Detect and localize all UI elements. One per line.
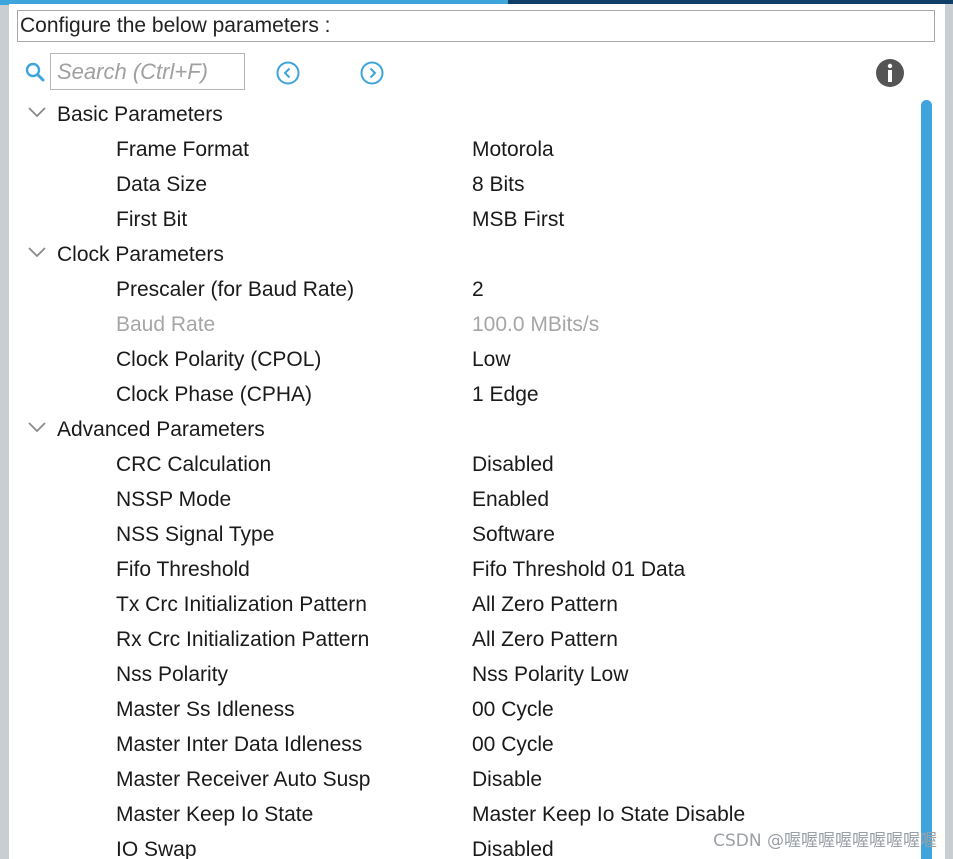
parameter-row[interactable]: Rx Crc Initialization Pattern All Zero Pa… <box>9 622 915 657</box>
parameter-name: Master Ss Idleness <box>116 698 295 721</box>
parameter-row[interactable]: Clock Polarity (CPOL) Low <box>9 342 915 377</box>
info-icon[interactable] <box>875 58 905 88</box>
parameter-row[interactable]: Data Size 8 Bits <box>9 167 915 202</box>
parameter-row[interactable]: Tx Crc Initialization Pattern All Zero Pa… <box>9 587 915 622</box>
parameter-tree: Basic Parameters Frame Format Motorola Data… <box>9 97 915 859</box>
parameter-name: Clock Phase (CPHA) <box>116 383 313 406</box>
next-result-button[interactable] <box>359 60 385 86</box>
parameter-value[interactable]: Fifo Threshold 01 Data <box>472 552 685 587</box>
parameter-row[interactable]: NSS Signal Type Software <box>9 517 915 552</box>
section-label: Advanced Parameters <box>57 418 265 441</box>
parameter-value[interactable]: Disable <box>472 762 542 797</box>
parameter-value[interactable]: Disabled <box>472 832 554 859</box>
parameter-name: First Bit <box>116 208 188 231</box>
parameter-value[interactable]: 2 <box>472 272 484 307</box>
section-label: Clock Parameters <box>57 243 224 266</box>
parameter-name: Nss Polarity <box>116 663 229 686</box>
parameter-name: Rx Crc Initialization Pattern <box>116 628 370 651</box>
parameter-name: Master Inter Data Idleness <box>116 733 363 756</box>
parameter-name: Fifo Threshold <box>116 558 250 581</box>
section-header[interactable]: Advanced Parameters <box>9 412 915 447</box>
parameter-row: Baud Rate 100.0 MBits/s <box>9 307 915 342</box>
parameter-value[interactable]: Enabled <box>472 482 549 517</box>
parameter-row[interactable]: CRC Calculation Disabled <box>9 447 915 482</box>
parameter-row[interactable]: NSSP Mode Enabled <box>9 482 915 517</box>
parameter-row[interactable]: Clock Phase (CPHA) 1 Edge <box>9 377 915 412</box>
parameter-name: Clock Polarity (CPOL) <box>116 348 322 371</box>
parameter-name: CRC Calculation <box>116 453 272 476</box>
watermark: CSDN @喔喔喔喔喔喔喔喔喔 <box>713 831 937 851</box>
search-icon[interactable] <box>25 62 45 82</box>
parameter-row[interactable]: Master Inter Data Idleness 00 Cycle <box>9 727 915 762</box>
parameter-name: IO Swap <box>116 838 197 859</box>
parameter-row[interactable]: Fifo Threshold Fifo Threshold 01 Data <box>9 552 915 587</box>
parameter-name: Master Receiver Auto Susp <box>116 768 371 791</box>
parameter-name: NSS Signal Type <box>116 523 275 546</box>
parameter-name: Baud Rate <box>116 313 216 336</box>
parameter-settings-panel: Configure the below parameters : Basic P… <box>9 4 945 859</box>
chevron-down-icon[interactable] <box>27 105 47 119</box>
section-header[interactable]: Clock Parameters <box>9 237 915 272</box>
parameter-row[interactable]: Master Receiver Auto Susp Disable <box>9 762 915 797</box>
chevron-down-icon[interactable] <box>27 245 47 259</box>
scrollbar-thumb[interactable] <box>921 100 932 859</box>
parameter-row[interactable]: Master Ss Idleness 00 Cycle <box>9 692 915 727</box>
parameter-value[interactable]: 8 Bits <box>472 167 525 202</box>
parameter-value[interactable]: All Zero Pattern <box>472 622 618 657</box>
section-header[interactable]: Basic Parameters <box>9 97 915 132</box>
parameter-value[interactable]: All Zero Pattern <box>472 587 618 622</box>
parameter-value[interactable]: Disabled <box>472 447 554 482</box>
parameter-name: Master Keep Io State <box>116 803 314 826</box>
parameter-row[interactable]: Prescaler (for Baud Rate) 2 <box>9 272 915 307</box>
section-label: Basic Parameters <box>57 103 223 126</box>
previous-result-button[interactable] <box>275 60 301 86</box>
parameter-name: Frame Format <box>116 138 250 161</box>
parameter-value[interactable]: MSB First <box>472 202 564 237</box>
parameter-row[interactable]: Nss Polarity Nss Polarity Low <box>9 657 915 692</box>
parameter-row[interactable]: Frame Format Motorola <box>9 132 915 167</box>
search-toolbar <box>9 50 945 90</box>
parameter-value: 100.0 MBits/s <box>472 313 600 336</box>
parameter-name: Tx Crc Initialization Pattern <box>116 593 367 616</box>
parameter-value[interactable]: Low <box>472 342 511 377</box>
parameter-value[interactable]: 1 Edge <box>472 377 539 412</box>
parameter-value[interactable]: Master Keep Io State Disable <box>472 797 745 832</box>
parameter-name: Prescaler (for Baud Rate) <box>116 278 355 301</box>
parameter-name: Data Size <box>116 173 208 196</box>
chevron-left-circle-icon <box>276 61 300 85</box>
chevron-down-icon[interactable] <box>27 420 47 434</box>
parameter-name: NSSP Mode <box>116 488 232 511</box>
parameter-value[interactable]: 00 Cycle <box>472 727 554 762</box>
parameter-value[interactable]: Nss Polarity Low <box>472 657 628 692</box>
config-header: Configure the below parameters : <box>17 10 935 42</box>
chevron-right-circle-icon <box>360 61 384 85</box>
parameter-row[interactable]: First Bit MSB First <box>9 202 915 237</box>
parameter-value[interactable]: Software <box>472 517 555 552</box>
search-input[interactable] <box>50 53 245 90</box>
parameter-value[interactable]: 00 Cycle <box>472 692 554 727</box>
parameter-value[interactable]: Motorola <box>472 132 554 167</box>
